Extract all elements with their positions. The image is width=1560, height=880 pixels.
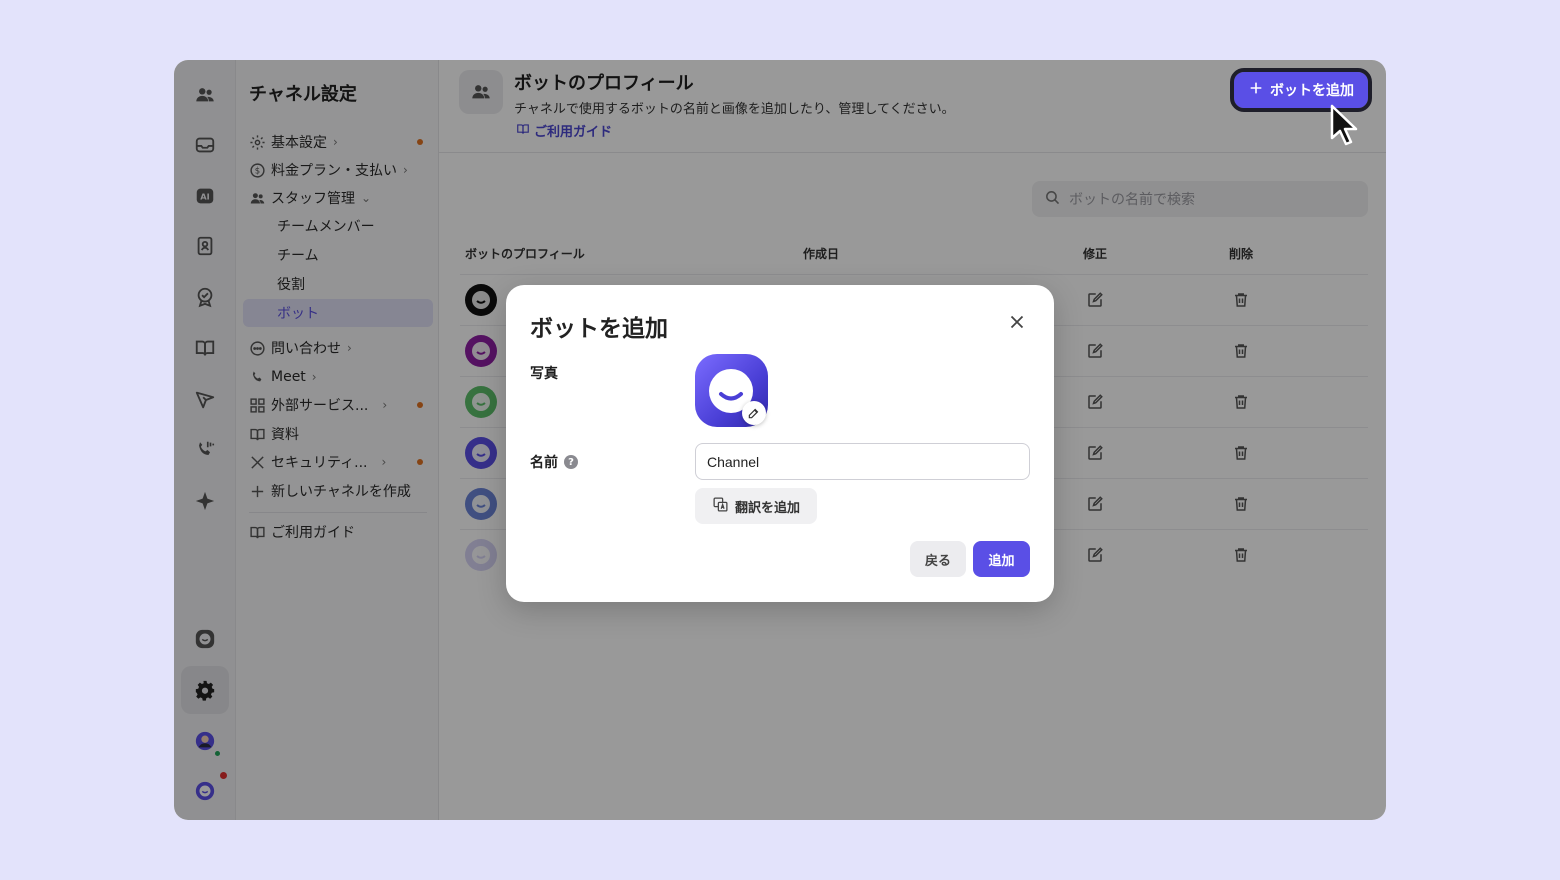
plus-icon: [1248, 80, 1264, 100]
add-bot-button-label: ボットを追加: [1270, 83, 1354, 99]
mouse-cursor-icon: [1330, 104, 1358, 146]
name-label: 名前 ?: [530, 452, 578, 472]
translate-icon: [712, 496, 729, 517]
confirm-add-button[interactable]: 追加: [973, 541, 1030, 577]
back-button[interactable]: 戻る: [910, 541, 966, 577]
add-translation-label: 翻訳を追加: [734, 500, 800, 516]
photo-label: 写真: [530, 366, 558, 382]
close-icon[interactable]: [1006, 311, 1028, 333]
name-label-text: 名前: [530, 455, 558, 471]
bot-name-input[interactable]: [695, 443, 1030, 480]
add-translation-button[interactable]: 翻訳を追加: [695, 488, 817, 524]
dialog-title: ボットを追加: [530, 316, 668, 342]
edit-photo-icon[interactable]: [742, 401, 766, 425]
help-icon[interactable]: ?: [564, 455, 578, 469]
add-bot-button[interactable]: ボットを追加: [1230, 68, 1372, 112]
add-bot-dialog: ボットを追加 写真 名前 ? 翻訳を追加 戻る 追加: [506, 285, 1054, 602]
